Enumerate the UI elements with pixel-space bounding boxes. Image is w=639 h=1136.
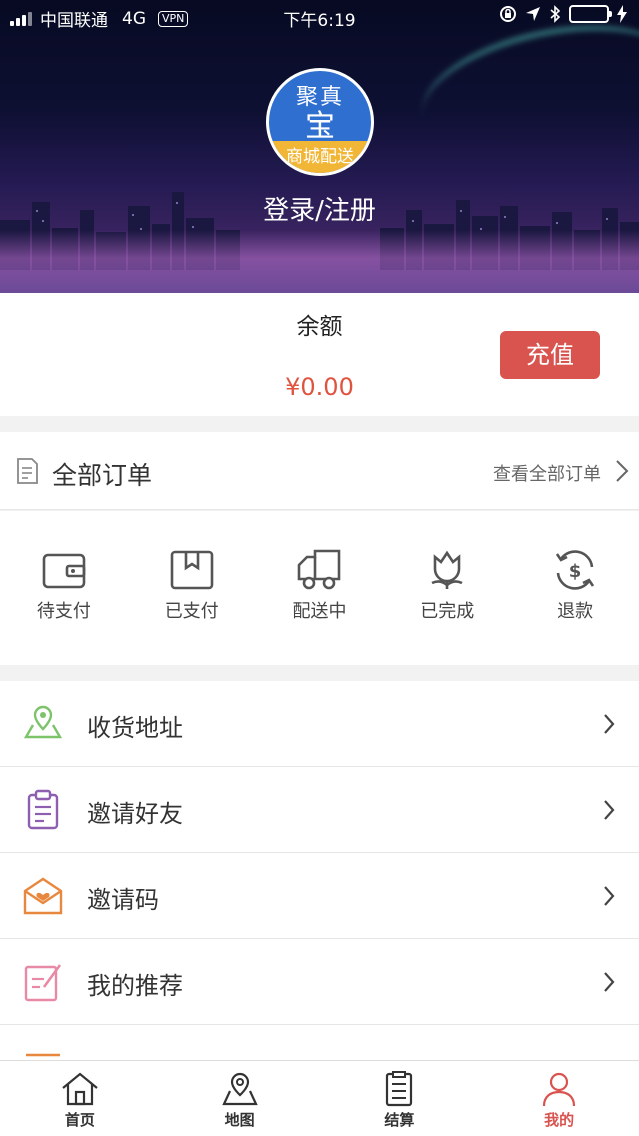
tab-checkout[interactable]: 结算 xyxy=(320,1061,480,1136)
edit-note-icon xyxy=(24,964,62,1002)
order-state-label: 退款 xyxy=(557,601,594,622)
tab-map[interactable]: 地图 xyxy=(160,1061,320,1136)
envelope-heart-icon xyxy=(23,877,63,915)
battery-icon xyxy=(569,5,612,23)
map-pin-icon xyxy=(23,705,63,739)
user-icon xyxy=(543,1072,576,1107)
refund-icon: $ xyxy=(555,550,595,590)
bluetooth-icon xyxy=(550,5,561,23)
order-state-label: 配送中 xyxy=(292,601,347,622)
menu-item-label: 邀请好友 xyxy=(87,800,183,828)
flower-icon xyxy=(431,550,463,589)
balance-card: 余额 ¥0.00 充值 xyxy=(0,293,639,416)
order-state-label: 已支付 xyxy=(164,601,219,622)
profile-header: 中国联通 4G VPN 下午6:19 聚真 宝 商城配送 登录/注册 xyxy=(0,0,639,293)
tab-mine[interactable]: 我的 xyxy=(479,1061,639,1136)
skyline-glow xyxy=(0,230,639,293)
truck-icon xyxy=(298,549,341,590)
status-bar: 中国联通 4G VPN 下午6:19 xyxy=(0,0,639,34)
all-orders-title: 全部订单 xyxy=(52,461,153,490)
menu-item-label: 收货地址 xyxy=(87,714,183,742)
rotation-lock-icon xyxy=(500,6,516,22)
map-icon xyxy=(221,1072,258,1106)
menu-item-partial-cutoff[interactable] xyxy=(0,1025,639,1065)
all-orders-row[interactable]: 全部订单 查看全部订单 xyxy=(0,432,639,510)
wallet-icon xyxy=(42,553,86,589)
order-state-refund[interactable]: $ 退款 xyxy=(511,511,639,665)
order-state-label: 已完成 xyxy=(420,601,475,622)
chevron-right-icon xyxy=(604,886,615,906)
tab-label: 我的 xyxy=(544,1111,575,1129)
charging-icon xyxy=(617,5,627,23)
view-all-orders-link[interactable]: 查看全部订单 xyxy=(493,460,601,486)
menu-item-shipping-address[interactable]: 收货地址 xyxy=(0,681,639,767)
recharge-button[interactable]: 充值 xyxy=(500,331,600,379)
checkout-list-icon xyxy=(386,1071,413,1107)
bottom-tab-bar: 首页 地图 结算 我的 xyxy=(0,1060,639,1136)
order-status-grid: 待支付 已支付 配送中 已完成 $ 退款 xyxy=(0,511,639,665)
order-state-delivering[interactable]: 配送中 xyxy=(256,511,384,665)
login-register-link[interactable]: 登录/注册 xyxy=(0,190,639,227)
menu-item-invite-code[interactable]: 邀请码 xyxy=(0,853,639,939)
clipboard-icon xyxy=(27,789,59,830)
menu-item-my-referrals[interactable]: 我的推荐 xyxy=(0,939,639,1025)
chevron-right-icon xyxy=(604,972,615,992)
chevron-right-icon xyxy=(616,460,629,482)
profile-menu-list: 收货地址 邀请好友 邀请码 我的推荐 xyxy=(0,681,639,1065)
tab-label: 首页 xyxy=(64,1111,95,1129)
tab-label: 地图 xyxy=(224,1111,255,1129)
order-document-icon xyxy=(17,458,38,484)
order-state-pending-payment[interactable]: 待支付 xyxy=(0,511,128,665)
order-state-label: 待支付 xyxy=(36,601,91,622)
chevron-right-icon xyxy=(604,800,615,820)
order-state-completed[interactable]: 已完成 xyxy=(383,511,511,665)
tab-home[interactable]: 首页 xyxy=(0,1061,160,1136)
chevron-right-icon xyxy=(604,714,615,734)
svg-text:$: $ xyxy=(569,561,582,582)
tab-label: 结算 xyxy=(384,1111,415,1129)
brand-logo[interactable]: 聚真 宝 商城配送 xyxy=(266,68,374,176)
menu-item-label: 邀请码 xyxy=(87,886,159,914)
menu-item-invite-friends[interactable]: 邀请好友 xyxy=(0,767,639,853)
package-icon xyxy=(170,550,213,590)
order-state-paid[interactable]: 已支付 xyxy=(128,511,256,665)
home-icon xyxy=(62,1072,98,1106)
logo-text-main: 宝 xyxy=(305,109,335,144)
menu-item-label: 我的推荐 xyxy=(87,972,183,1000)
location-arrow-icon xyxy=(526,7,540,21)
logo-text-bottom: 商城配送 xyxy=(286,147,354,167)
